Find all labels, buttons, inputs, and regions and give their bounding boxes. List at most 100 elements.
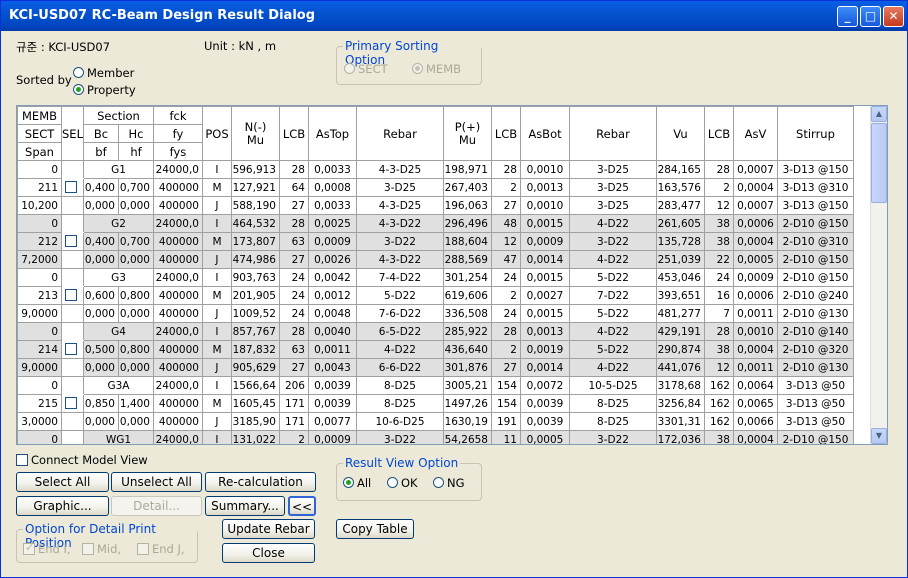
- col-sel[interactable]: SEL: [61, 106, 84, 161]
- scroll-down-icon[interactable]: ▼: [871, 428, 887, 444]
- col-fy[interactable]: fy: [152, 124, 203, 143]
- col-stirrup[interactable]: Stirrup: [776, 106, 854, 161]
- end-j-checkbox[interactable]: End J,: [137, 542, 185, 556]
- copy-table-button[interactable]: Copy Table: [336, 519, 414, 539]
- update-rebar-button[interactable]: Update Rebar: [222, 519, 315, 539]
- table-row[interactable]: 0 G3 24000,0 I 903,763 24 0,0042 7-4-D22 301,254…: [17, 268, 854, 287]
- col-sect[interactable]: SECT: [17, 124, 62, 143]
- col-bf[interactable]: bf: [82, 142, 119, 161]
- table-row[interactable]: 213 0,600 0,800 400000 M 201,905 24 0,0012 5-D22…: [17, 286, 854, 305]
- col-hc[interactable]: Hc: [117, 124, 154, 143]
- table-row[interactable]: 0 G1 24000,0 I 596,913 28 0,0033 4-3-D25 198,971…: [17, 160, 854, 179]
- collapse-button[interactable]: <<: [288, 496, 316, 516]
- table-cell: 0,0014: [519, 250, 570, 269]
- table-cell: G2: [82, 214, 154, 233]
- col-rebar-top[interactable]: Rebar: [355, 106, 444, 161]
- col-astop[interactable]: AsTop: [307, 106, 357, 161]
- col-fck[interactable]: fck: [152, 106, 203, 125]
- result-table[interactable]: MEMB SEL Section fck POS N(-) Mu LCB AsT…: [16, 105, 888, 445]
- col-memb[interactable]: MEMB: [17, 106, 62, 125]
- radio-icon: [344, 63, 355, 74]
- select-checkbox[interactable]: [61, 394, 84, 413]
- col-span[interactable]: Span: [17, 142, 62, 161]
- table-row[interactable]: 9,0000 0,000 0,000 400000 J 905,629 27 0,0043 6-…: [17, 358, 854, 377]
- minimize-button[interactable]: _: [837, 6, 858, 27]
- table-row[interactable]: 0 WG1 24000,0 I 131,022 2 0,0009 3-D22 54,2658 11…: [17, 430, 854, 444]
- select-checkbox[interactable]: [61, 232, 84, 251]
- sort-sect-radio[interactable]: SECT: [344, 62, 388, 76]
- table-row[interactable]: 9,0000 0,000 0,000 400000 J 1009,52 24 0,0048 7-…: [17, 304, 854, 323]
- col-fys[interactable]: fys: [152, 142, 203, 161]
- col-bc[interactable]: Bc: [82, 124, 119, 143]
- table-row[interactable]: 0 G2 24000,0 I 464,532 28 0,0025 4-3-D22 296,496…: [17, 214, 854, 233]
- table-row[interactable]: 10,200 0,000 0,000 400000 J 588,190 27 0,0033 4-…: [17, 196, 854, 215]
- table-cell: 0,0072: [519, 376, 570, 395]
- close-button[interactable]: Close: [222, 543, 315, 563]
- col-hf[interactable]: hf: [117, 142, 154, 161]
- summary-button[interactable]: Summary...: [205, 496, 285, 516]
- table-cell: 4-D22: [355, 340, 444, 359]
- connect-model-view-checkbox[interactable]: Connect Model View: [16, 453, 148, 467]
- mid-checkbox[interactable]: Mid,: [82, 542, 121, 556]
- col-vu[interactable]: Vu: [655, 106, 705, 161]
- view-ok-radio[interactable]: OK: [387, 476, 418, 490]
- table-cell: I: [201, 430, 232, 444]
- table-cell: 12: [703, 196, 734, 215]
- table-cell: 3-D22: [355, 430, 444, 444]
- table-cell: 393,651: [655, 286, 705, 305]
- col-asbot[interactable]: AsBot: [519, 106, 570, 161]
- table-cell: 0,0004: [732, 232, 778, 251]
- table-cell: 3-D22: [568, 232, 657, 251]
- graphic-button[interactable]: Graphic...: [16, 496, 109, 516]
- table-cell: 0,0009: [732, 268, 778, 287]
- select-checkbox[interactable]: [61, 178, 84, 197]
- col-rebar-bot[interactable]: Rebar: [568, 106, 657, 161]
- col-pos[interactable]: POS: [201, 106, 232, 161]
- sort-property-radio[interactable]: Property: [73, 83, 136, 97]
- result-view-caption: Result View Option: [343, 456, 461, 470]
- select-all-button[interactable]: Select All: [16, 472, 109, 492]
- table-row[interactable]: 3,0000 0,000 0,000 400000 J 3185,90 171 0,0077 1…: [17, 412, 854, 431]
- table-row[interactable]: 212 0,400 0,700 400000 M 173,807 63 0,0009 3-D22…: [17, 232, 854, 251]
- table-cell: 0,0012: [307, 286, 357, 305]
- table-row[interactable]: 211 0,400 0,700 400000 M 127,921 64 0,0008 3-D25…: [17, 178, 854, 197]
- col-section[interactable]: Section: [82, 106, 154, 125]
- sort-memb-radio[interactable]: MEMB: [412, 62, 461, 76]
- table-cell: I: [201, 376, 232, 395]
- table-cell: 4-3-D25: [355, 160, 444, 179]
- table-cell: 63: [278, 232, 309, 251]
- select-cell: [61, 268, 84, 287]
- radio-selected-icon: [343, 477, 354, 488]
- select-checkbox[interactable]: [61, 340, 84, 359]
- table-row[interactable]: 0 G4 24000,0 I 857,767 28 0,0040 6-5-D22 285,922…: [17, 322, 854, 341]
- view-all-radio[interactable]: All: [343, 476, 371, 490]
- scroll-up-icon[interactable]: ▲: [871, 106, 887, 122]
- table-cell: 24000,0: [152, 430, 203, 444]
- table-cell: 7-D22: [568, 286, 657, 305]
- select-checkbox[interactable]: [61, 286, 84, 305]
- col-lcb-top[interactable]: LCB: [278, 106, 309, 161]
- unselect-all-button[interactable]: Unselect All: [111, 472, 202, 492]
- table-cell: 4-3-D22: [355, 250, 444, 269]
- sort-member-radio[interactable]: Member: [73, 66, 134, 80]
- maximize-button[interactable]: □: [860, 6, 881, 27]
- result-grid: MEMB SEL Section fck POS N(-) Mu LCB AsT…: [17, 106, 854, 444]
- detail-button[interactable]: Detail...: [111, 496, 202, 516]
- table-row[interactable]: 0 G3A 24000,0 I 1566,64 206 0,0039 8-D25 3005,21…: [17, 376, 854, 395]
- col-asv[interactable]: AsV: [732, 106, 778, 161]
- col-pos-mu[interactable]: P(+) Mu: [442, 106, 492, 161]
- table-cell: 261,605: [655, 214, 705, 233]
- table-row[interactable]: 214 0,500 0,800 400000 M 187,832 63 0,0011 4-D22…: [17, 340, 854, 359]
- col-lcb-shear[interactable]: LCB: [703, 106, 734, 161]
- recalculation-button[interactable]: Re-calculation: [205, 472, 316, 492]
- radio-selected-icon: [412, 63, 423, 74]
- scroll-thumb[interactable]: [871, 123, 887, 203]
- col-neg-mu[interactable]: N(-) Mu: [230, 106, 280, 161]
- vertical-scrollbar[interactable]: ▲ ▼: [870, 106, 887, 444]
- close-window-button[interactable]: ✕: [883, 6, 904, 27]
- view-ng-radio[interactable]: NG: [433, 476, 465, 490]
- table-row[interactable]: 7,2000 0,000 0,000 400000 J 474,986 27 0,0026 4-…: [17, 250, 854, 269]
- end-i-checkbox[interactable]: End I,: [23, 541, 71, 556]
- table-row[interactable]: 215 0,850 1,400 400000 M 1605,45 171 0,0039 8-D2…: [17, 394, 854, 413]
- col-lcb-bot[interactable]: LCB: [490, 106, 521, 161]
